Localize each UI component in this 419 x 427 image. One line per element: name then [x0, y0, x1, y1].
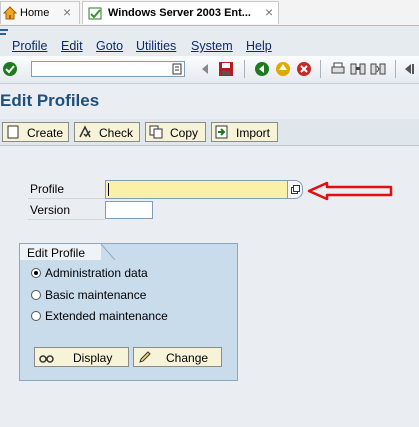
radio-administration-data[interactable] — [31, 268, 41, 278]
find-next-icon[interactable] — [370, 61, 386, 77]
toolbar-separator — [320, 60, 321, 78]
import-label: Import — [236, 126, 271, 140]
find-icon[interactable] — [350, 61, 366, 77]
radio-basic-maintenance-label: Basic maintenance — [45, 288, 147, 302]
close-icon[interactable]: × — [63, 5, 71, 19]
menu-goto[interactable]: Goto — [96, 39, 123, 53]
radio-extended-maintenance-label: Extended maintenance — [45, 309, 168, 323]
exit-icon[interactable] — [275, 61, 291, 77]
import-icon — [215, 125, 228, 139]
copy-icon — [149, 125, 163, 139]
profile-input[interactable] — [105, 180, 288, 199]
menu-edit[interactable]: Edit — [61, 39, 83, 53]
sap-menu-icon[interactable] — [0, 28, 10, 38]
toolbar-separator — [395, 60, 396, 78]
save-icon[interactable] — [218, 61, 234, 77]
home-icon — [3, 6, 17, 20]
tab-home-title: Home — [20, 7, 50, 19]
create-button[interactable]: Create — [2, 122, 69, 142]
back-arrow-icon[interactable] — [197, 61, 213, 77]
display-label: Display — [73, 351, 113, 365]
command-field[interactable] — [31, 61, 185, 77]
group-tab-corner — [101, 244, 115, 260]
copy-label: Copy — [170, 126, 199, 140]
sap-window-icon — [88, 7, 102, 20]
change-label: Change — [166, 351, 209, 365]
copy-button[interactable]: Copy — [145, 122, 206, 142]
annotation-arrow — [307, 181, 393, 201]
check-icon — [79, 125, 91, 138]
pencil-icon — [139, 351, 151, 363]
menu-profile[interactable]: Profile — [12, 39, 47, 53]
check-button[interactable]: Check — [74, 122, 140, 142]
group-title: Edit Profile — [27, 246, 86, 260]
radio-basic-maintenance[interactable] — [31, 290, 41, 300]
create-label: Create — [27, 126, 64, 140]
menu-system[interactable]: System — [191, 39, 233, 53]
cancel-icon[interactable] — [296, 61, 312, 77]
tab-windows-server-title: Windows Server 2003 Ent... — [108, 7, 251, 19]
check-label: Check — [99, 126, 134, 140]
menu-utilities[interactable]: Utilities — [136, 39, 176, 53]
toolbar-separator — [244, 60, 245, 78]
page-title: Edit Profiles — [0, 91, 100, 110]
print-icon[interactable] — [330, 61, 346, 77]
close-icon[interactable]: × — [265, 5, 273, 19]
change-button[interactable]: Change — [133, 347, 222, 367]
command-history-icon[interactable] — [172, 63, 182, 75]
tab-windows-server[interactable]: Windows Server 2003 Ent... × — [82, 1, 279, 24]
display-icon — [39, 355, 54, 363]
radio-administration-data-label: Administration data — [45, 266, 148, 280]
create-icon — [7, 125, 19, 139]
value-help-icon — [291, 185, 300, 194]
back-icon[interactable] — [254, 61, 270, 77]
first-page-icon[interactable] — [403, 61, 419, 77]
import-button[interactable]: Import — [211, 122, 278, 142]
tab-home[interactable]: Home × — [0, 1, 80, 24]
value-help-button[interactable] — [287, 180, 303, 199]
menu-help[interactable]: Help — [246, 39, 272, 53]
profile-label: Profile — [28, 180, 105, 199]
enter-icon[interactable] — [2, 61, 18, 77]
version-label: Version — [28, 201, 105, 220]
radio-extended-maintenance[interactable] — [31, 311, 41, 321]
text-cursor — [108, 183, 109, 196]
version-input[interactable] — [105, 201, 153, 219]
display-button[interactable]: Display — [34, 347, 129, 367]
